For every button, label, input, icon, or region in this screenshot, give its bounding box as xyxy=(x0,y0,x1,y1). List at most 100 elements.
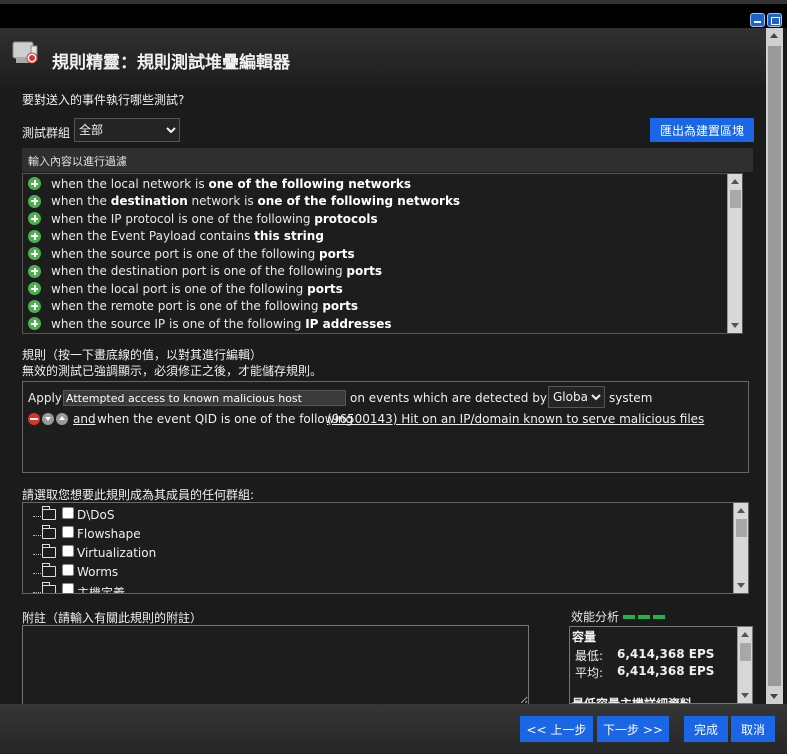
scroll-up-icon[interactable] xyxy=(741,632,749,637)
on-events-label: on events which are detected by the xyxy=(350,391,571,405)
rule-name-input[interactable] xyxy=(63,390,346,406)
test-item-text: when the source port is one of the follo… xyxy=(51,246,355,261)
add-test-icon[interactable] xyxy=(28,282,41,296)
test-item[interactable]: when the IP protocol is one of the follo… xyxy=(23,210,742,228)
scroll-up-icon[interactable] xyxy=(737,508,745,513)
notes-label: 附註（請輸入有關此規則的附註） xyxy=(22,611,203,625)
add-test-icon[interactable] xyxy=(28,317,41,331)
rule-actions xyxy=(28,413,72,425)
test-item[interactable]: when the source port is one of the follo… xyxy=(23,245,742,263)
wizard-content: 規則精靈：規則測試堆疊編輯器 要對送入的事件執行哪些測試? 測試群組 全部 匯出… xyxy=(0,28,766,704)
test-item[interactable]: when the local network is one of the fol… xyxy=(23,175,742,193)
scroll-down-icon[interactable] xyxy=(770,694,778,699)
move-up-icon[interactable] xyxy=(56,413,68,425)
test-item-text: when the Event Payload contains this str… xyxy=(51,229,324,244)
apply-label: Apply xyxy=(28,391,62,405)
test-item-text: when the destination port is one of the … xyxy=(51,264,383,279)
test-group-select[interactable]: 全部 xyxy=(74,118,180,142)
group-tree: D\DoS Flowshape Virtualization Worms 主機定義 xyxy=(22,502,749,594)
test-item[interactable]: when the destination network is one of t… xyxy=(23,193,742,211)
test-item[interactable]: when the remote port is one of the follo… xyxy=(23,298,742,316)
folder-icon[interactable] xyxy=(42,563,56,577)
group-name: Flowshape xyxy=(77,527,141,541)
test-item-text: when the IP protocol is one of the follo… xyxy=(51,211,378,226)
tree-line xyxy=(33,516,41,517)
group-item: Worms xyxy=(31,563,231,583)
group-name: Worms xyxy=(77,565,119,579)
add-test-icon[interactable] xyxy=(28,247,41,261)
group-item: Flowshape xyxy=(31,525,231,545)
and-link[interactable]: and xyxy=(73,412,96,426)
page-title: 規則精靈：規則測試堆疊編輯器 xyxy=(52,53,290,73)
perf-scrollbar[interactable] xyxy=(737,627,752,703)
scroll-down-icon[interactable] xyxy=(741,693,749,698)
rule-editor: Apply on events which are detected by th… xyxy=(22,381,749,473)
notes-textarea[interactable] xyxy=(22,625,529,704)
test-item[interactable]: when the local port is one of the follow… xyxy=(23,280,742,298)
test-list-scrollbar[interactable] xyxy=(727,174,742,333)
scroll-thumb[interactable] xyxy=(740,643,751,661)
scroll-up-icon[interactable] xyxy=(770,33,778,38)
maximize-icon[interactable] xyxy=(767,13,782,27)
tree-line xyxy=(33,573,41,574)
capacity-label: 容量 xyxy=(572,630,597,644)
folder-icon[interactable] xyxy=(42,582,56,593)
add-test-icon[interactable] xyxy=(28,194,41,208)
group-checkbox[interactable] xyxy=(62,545,74,557)
scroll-down-icon[interactable] xyxy=(737,583,745,588)
system-label: system xyxy=(609,391,653,405)
group-checkbox[interactable] xyxy=(62,564,74,576)
add-test-icon[interactable] xyxy=(28,299,41,313)
scroll-thumb[interactable] xyxy=(736,519,747,537)
min-value: 6,414,368 EPS xyxy=(617,647,715,661)
add-test-icon[interactable] xyxy=(28,229,41,243)
add-test-icon[interactable] xyxy=(28,177,41,191)
move-down-icon[interactable] xyxy=(42,413,54,425)
group-tree-scrollbar[interactable] xyxy=(733,503,748,593)
min-label: 最低: xyxy=(575,649,604,663)
add-test-icon[interactable] xyxy=(28,264,41,278)
tree-line xyxy=(33,554,41,555)
test-item[interactable]: when the source IP is one of the followi… xyxy=(23,315,742,333)
filter-input[interactable]: 輸入內容以進行過濾 xyxy=(22,148,753,172)
test-item[interactable]: when the destination port is one of the … xyxy=(23,263,742,281)
condition-text: when the event QID is one of the followi… xyxy=(97,412,354,426)
next-button[interactable]: 下一步 >> xyxy=(597,716,669,742)
folder-icon[interactable] xyxy=(42,506,56,520)
scope-select[interactable]: Global xyxy=(548,386,605,408)
test-item-text: when the local network is one of the fol… xyxy=(51,176,412,191)
scroll-thumb[interactable] xyxy=(730,190,741,208)
finish-button[interactable]: 完成 xyxy=(684,716,728,742)
perf-label: 效能分析 xyxy=(571,610,620,624)
cancel-button[interactable]: 取消 xyxy=(731,716,775,742)
scroll-up-icon[interactable] xyxy=(731,179,739,184)
group-item: D\DoS xyxy=(31,506,231,526)
group-name: 主機定義 xyxy=(77,586,126,594)
folder-icon[interactable] xyxy=(42,544,56,558)
min-host-details-label: 最低容量主機詳細資料 xyxy=(572,697,693,704)
minimize-icon[interactable] xyxy=(750,13,765,27)
test-item-text: when the source IP is one of the followi… xyxy=(51,316,392,331)
group-checkbox[interactable] xyxy=(62,526,74,538)
folder-icon[interactable] xyxy=(42,525,56,539)
back-button[interactable]: << 上一步 xyxy=(520,716,593,742)
scroll-down-icon[interactable] xyxy=(731,323,739,328)
wizard-footer: << 上一步 下一步 >> 完成 取消 xyxy=(0,704,787,754)
scroll-thumb[interactable] xyxy=(768,46,781,686)
avg-value: 6,414,368 EPS xyxy=(617,664,715,678)
delete-test-icon[interactable] xyxy=(28,413,40,425)
group-checkbox[interactable] xyxy=(62,583,74,593)
tree-line xyxy=(33,592,41,593)
question-label: 要對送入的事件執行哪些測試? xyxy=(22,93,185,107)
perf-details: 容量 最低: 6,414,368 EPS 平均: 6,414,368 EPS 最… xyxy=(569,626,753,704)
test-list: when the local network is one of the fol… xyxy=(22,173,743,334)
page-scrollbar[interactable] xyxy=(766,28,783,704)
group-name: D\DoS xyxy=(77,508,115,522)
test-item[interactable]: when the Event Payload contains this str… xyxy=(23,228,742,246)
min-row: 最低: 6,414,368 EPS xyxy=(575,647,714,664)
qid-link[interactable]: (96500143) Hit on an IP/domain known to … xyxy=(327,412,704,426)
avg-label: 平均: xyxy=(575,666,604,680)
group-checkbox[interactable] xyxy=(62,507,74,519)
export-building-block-button[interactable]: 匯出為建置區塊 xyxy=(650,118,754,142)
add-test-icon[interactable] xyxy=(28,212,41,226)
